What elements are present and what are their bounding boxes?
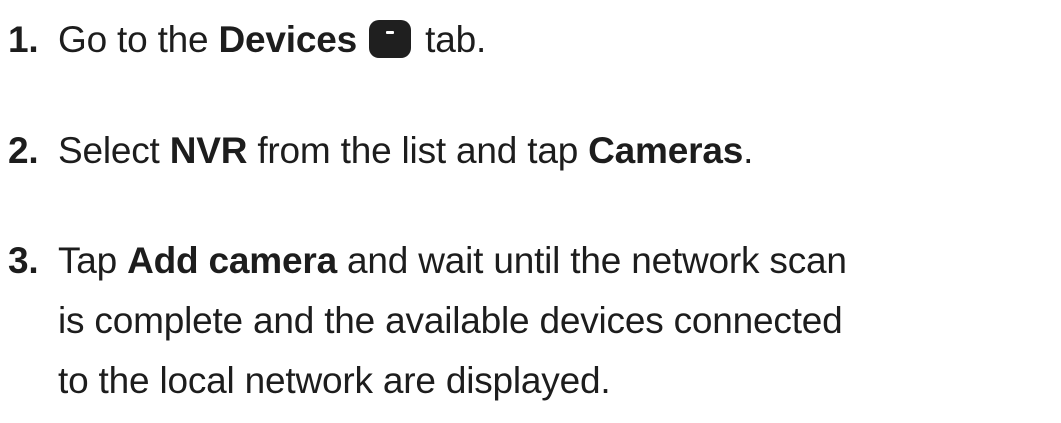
step-3: 3. Tap Add camera and wait until the netw… xyxy=(8,231,1061,411)
cameras-label: Cameras xyxy=(588,130,744,171)
step-text: and wait until the network scan xyxy=(336,240,847,281)
step-2: 2. Select NVR from the list and tap Camer… xyxy=(8,121,1061,181)
step-text: is complete and the available devices co… xyxy=(58,300,843,341)
step-text: from the list and tap xyxy=(247,130,589,171)
step-text: . xyxy=(743,130,754,171)
step-text: tab. xyxy=(415,19,487,60)
step-text: Tap xyxy=(58,240,128,281)
step-text: Select xyxy=(58,130,170,171)
step-number: 2. xyxy=(8,130,39,171)
devices-tab-icon xyxy=(369,20,412,58)
step-text: Go to the xyxy=(58,19,219,60)
step-number: 1. xyxy=(8,19,39,60)
step-text: to the local network are displayed. xyxy=(58,360,611,401)
instruction-steps: 1. Go to the Devices tab. 2. Select NVR fr… xyxy=(0,0,1061,423)
step-number: 3. xyxy=(8,240,39,281)
nvr-label: NVR xyxy=(169,130,248,171)
step-1: 1. Go to the Devices tab. xyxy=(8,10,1061,70)
devices-label: Devices xyxy=(218,19,358,60)
add-camera-label: Add camera xyxy=(127,240,337,281)
